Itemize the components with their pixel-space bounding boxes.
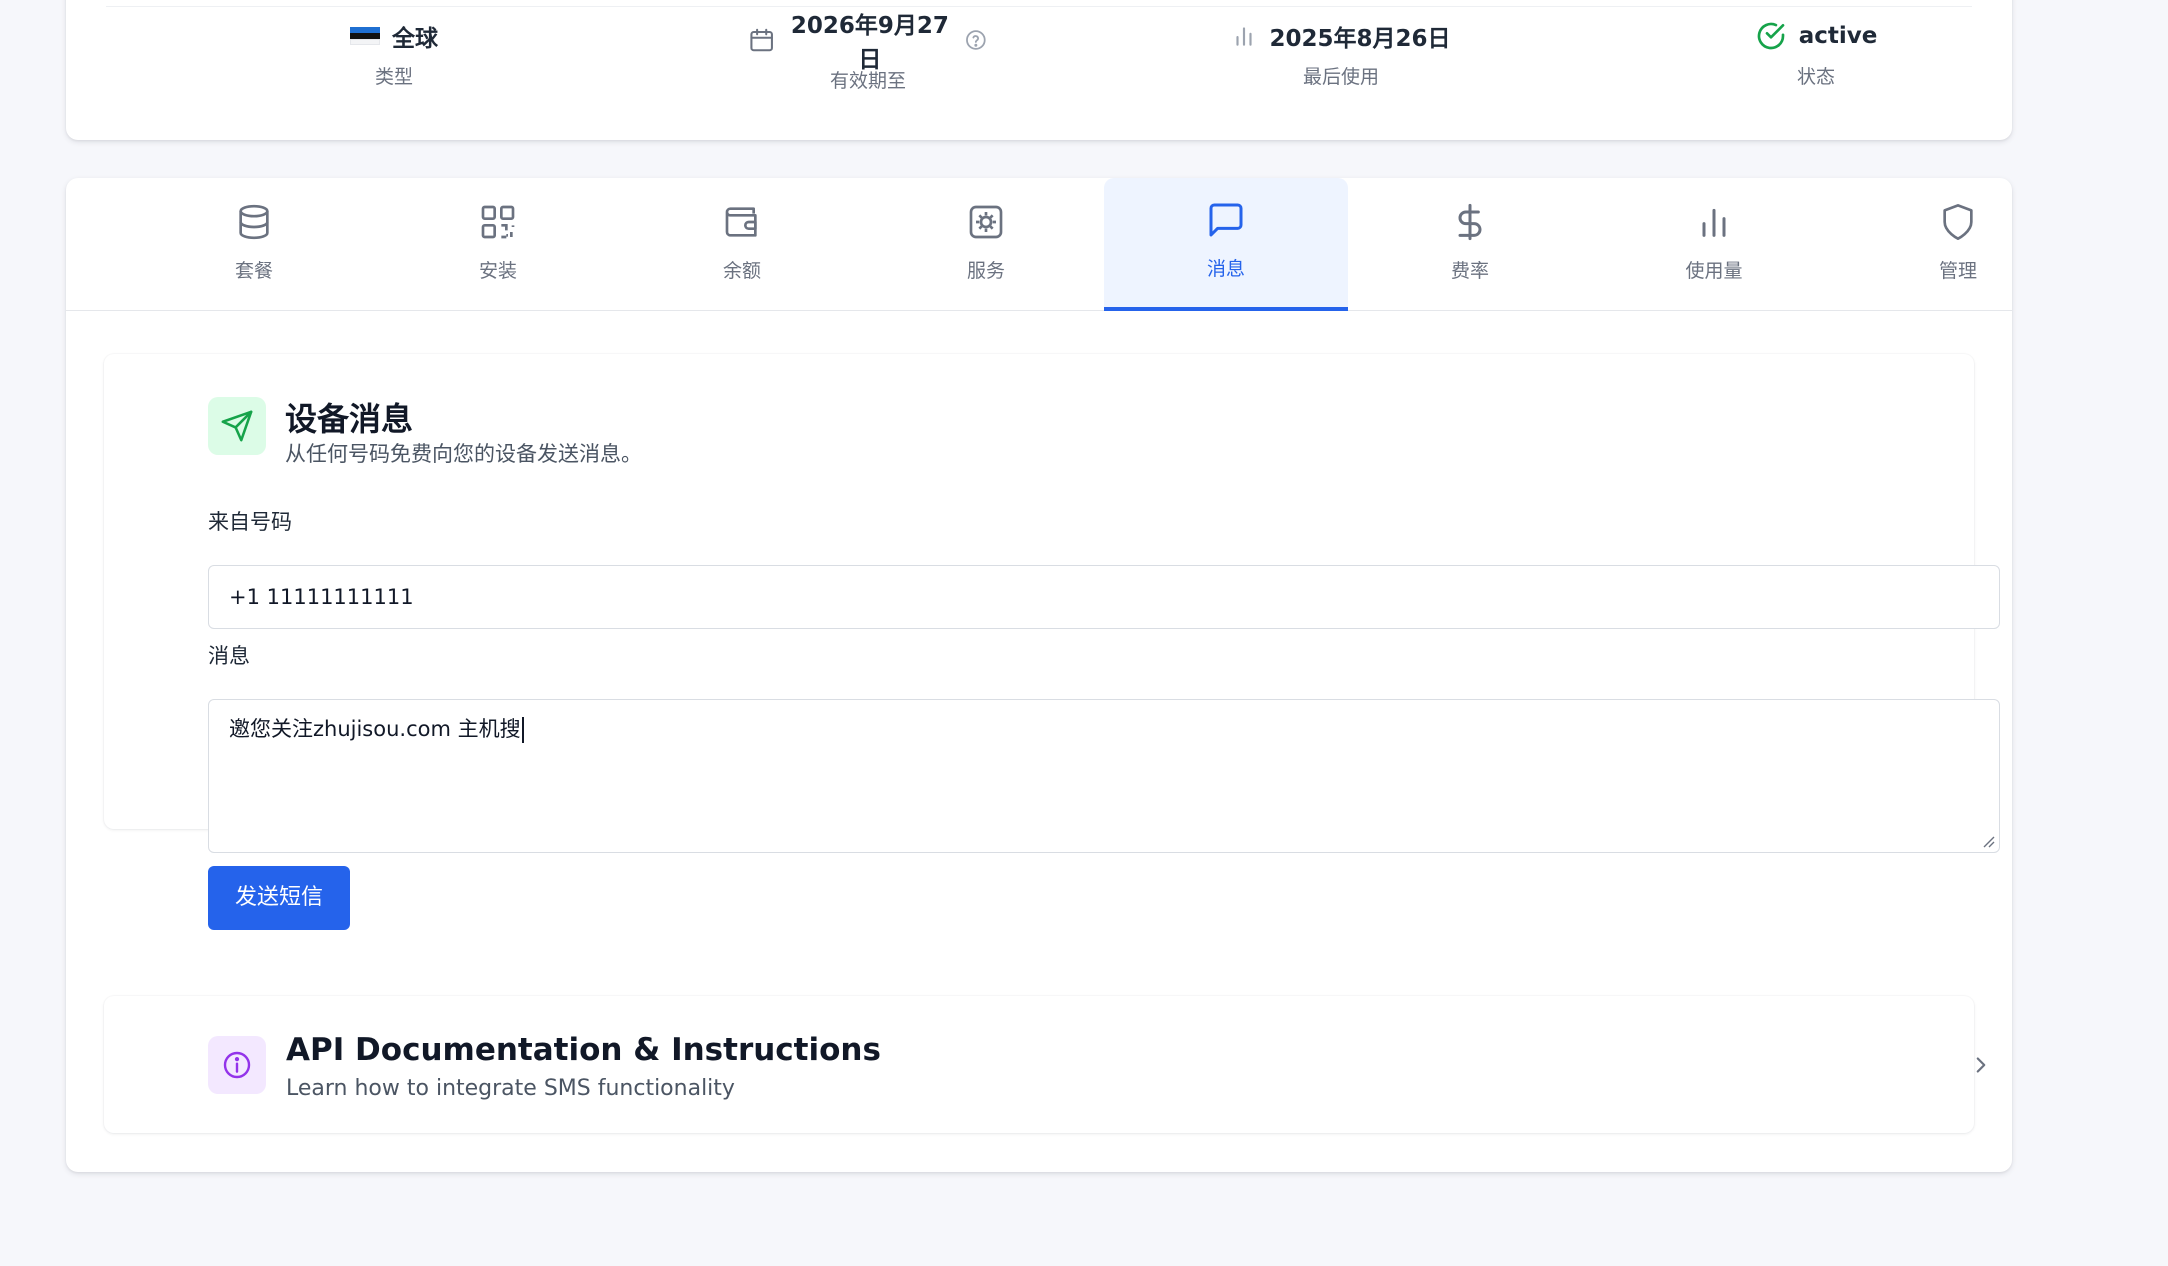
panel-title: 设备消息 bbox=[285, 400, 414, 438]
resize-handle-icon[interactable] bbox=[1981, 834, 1995, 848]
tab-install[interactable]: 安装 bbox=[376, 178, 620, 310]
send-badge bbox=[208, 397, 266, 455]
tab-label: 管理 bbox=[1938, 260, 1977, 282]
check-circle-icon bbox=[1757, 22, 1785, 50]
tab-messages[interactable]: 消息 bbox=[1104, 178, 1348, 311]
tab-balance[interactable]: 余额 bbox=[620, 178, 864, 310]
stat-label: 状态 bbox=[1796, 66, 1835, 88]
tab-label: 使用量 bbox=[1685, 260, 1743, 282]
tab-label: 余额 bbox=[722, 260, 761, 282]
settings-icon bbox=[969, 205, 1003, 239]
bar-chart-icon bbox=[1236, 27, 1253, 46]
panel-subtitle: 从任何号码免费向您的设备发送消息。 bbox=[285, 442, 642, 466]
device-detail-card: 套餐 安装 余额 服务 消息 费率 使用量 管理 设备消息 从任何号码免费向您的… bbox=[66, 178, 2012, 1172]
bar-chart-icon bbox=[1702, 208, 1726, 237]
tab-label: 消息 bbox=[1206, 258, 1245, 280]
chevron-right-icon[interactable] bbox=[1968, 1052, 1994, 1078]
message-textarea[interactable]: 邀您关注zhujisou.com 主机搜 bbox=[208, 699, 2000, 853]
stat-status: active 状态 bbox=[1696, 14, 1936, 89]
tab-label: 服务 bbox=[966, 260, 1005, 282]
tab-label: 费率 bbox=[1450, 260, 1489, 282]
api-subtitle: Learn how to integrate SMS functionality bbox=[286, 1076, 735, 1101]
stat-label: 类型 bbox=[374, 66, 413, 88]
dollar-icon bbox=[1458, 203, 1482, 241]
text-caret bbox=[521, 717, 524, 743]
shield-icon bbox=[1943, 204, 1973, 241]
stat-value: 2026年9月27日 bbox=[790, 13, 949, 73]
info-badge bbox=[208, 1036, 266, 1094]
from-number-value: +1 11111111111 bbox=[229, 585, 414, 609]
stat-type: 全球 类型 bbox=[274, 14, 514, 89]
tab-label: 套餐 bbox=[234, 260, 273, 282]
send-sms-button[interactable]: 发送短信 bbox=[208, 866, 350, 930]
tab-plan[interactable]: 套餐 bbox=[132, 178, 376, 310]
qr-code-icon bbox=[481, 205, 515, 239]
device-message-panel: 设备消息 从任何号码免费向您的设备发送消息。 来自号码 +1 111111111… bbox=[104, 354, 2000, 930]
help-circle-icon[interactable] bbox=[964, 27, 988, 53]
stat-value: 全球 bbox=[392, 26, 438, 52]
message-value: 邀您关注zhujisou.com 主机搜 bbox=[229, 717, 521, 741]
status-value: active bbox=[1798, 23, 1878, 49]
stat-expiry: 2026年9月27日 有效期至 bbox=[748, 13, 988, 93]
stats-card: 全球 类型 2026年9月27日 有效期至 2025年8月26日 最后使用 ac… bbox=[66, 0, 2012, 140]
stat-value: 2025年8月26日 bbox=[1269, 26, 1451, 52]
message-square-icon bbox=[1209, 203, 1243, 237]
divider bbox=[106, 6, 1972, 7]
send-icon bbox=[221, 410, 253, 442]
database-icon bbox=[239, 204, 269, 240]
tab-services[interactable]: 服务 bbox=[864, 178, 1108, 310]
stat-last-used: 2025年8月26日 最后使用 bbox=[1221, 14, 1461, 89]
calendar-icon bbox=[750, 28, 773, 52]
api-title: API Documentation & Instructions bbox=[286, 1032, 881, 1068]
tab-rates[interactable]: 费率 bbox=[1348, 178, 1592, 310]
tab-usage[interactable]: 使用量 bbox=[1592, 178, 1836, 310]
tab-bar: 套餐 安装 余额 服务 消息 费率 使用量 管理 bbox=[66, 178, 2012, 311]
wallet-icon bbox=[725, 207, 757, 237]
tab-label: 安装 bbox=[478, 260, 517, 282]
stat-label: 最后使用 bbox=[1302, 66, 1379, 88]
tab-manage[interactable]: 管理 bbox=[1836, 178, 2080, 310]
api-docs-panel[interactable]: API Documentation & Instructions Learn h… bbox=[104, 996, 1986, 1133]
info-icon bbox=[223, 1051, 251, 1079]
from-number-input[interactable]: +1 11111111111 bbox=[208, 565, 2000, 629]
message-label: 消息 bbox=[208, 644, 250, 668]
estonia-flag-icon bbox=[350, 27, 380, 45]
from-number-label: 来自号码 bbox=[208, 510, 292, 534]
